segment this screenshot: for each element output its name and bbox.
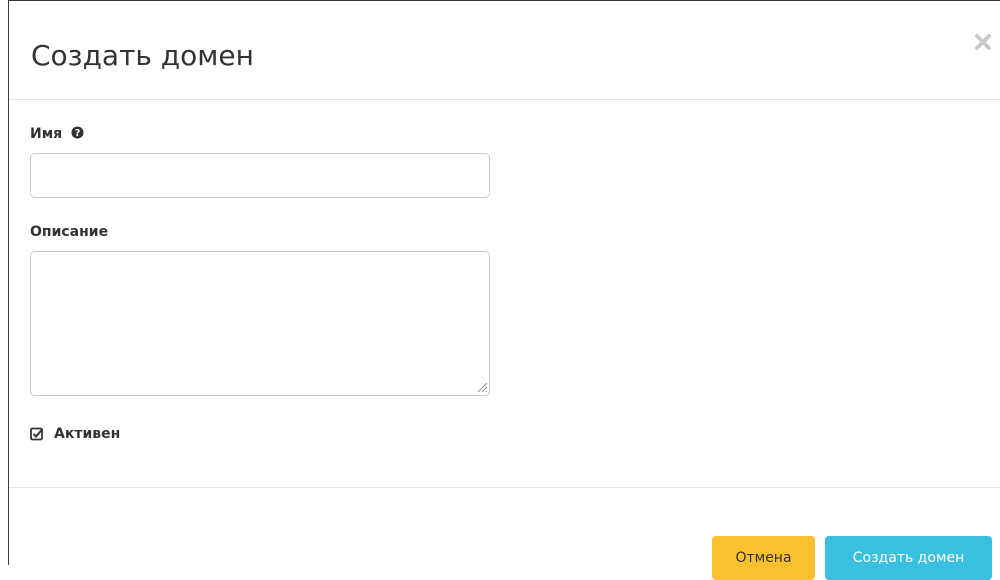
svg-text:?: ? — [75, 128, 80, 139]
help-icon[interactable]: ? — [71, 126, 84, 139]
resize-grip-icon[interactable] — [476, 381, 488, 393]
cancel-button[interactable]: Отмена — [712, 536, 815, 580]
name-input[interactable] — [30, 153, 490, 198]
create-domain-button[interactable]: Создать домен — [825, 536, 992, 580]
modal-title: Создать домен — [31, 39, 254, 72]
name-label: Имя ? — [30, 125, 84, 143]
active-label: Активен — [54, 426, 121, 442]
name-label-text: Имя — [30, 126, 63, 142]
description-label: Описание — [30, 224, 109, 240]
close-icon — [975, 34, 991, 50]
modal-header: Создать домен — [9, 1, 1000, 100]
description-textarea[interactable] — [30, 251, 490, 396]
close-button[interactable] — [972, 31, 994, 53]
create-domain-modal: Создать домен Имя ? Описание Активен — [8, 0, 1000, 565]
active-checkbox[interactable]: Активен — [30, 424, 120, 444]
checked-square-icon — [30, 427, 44, 441]
